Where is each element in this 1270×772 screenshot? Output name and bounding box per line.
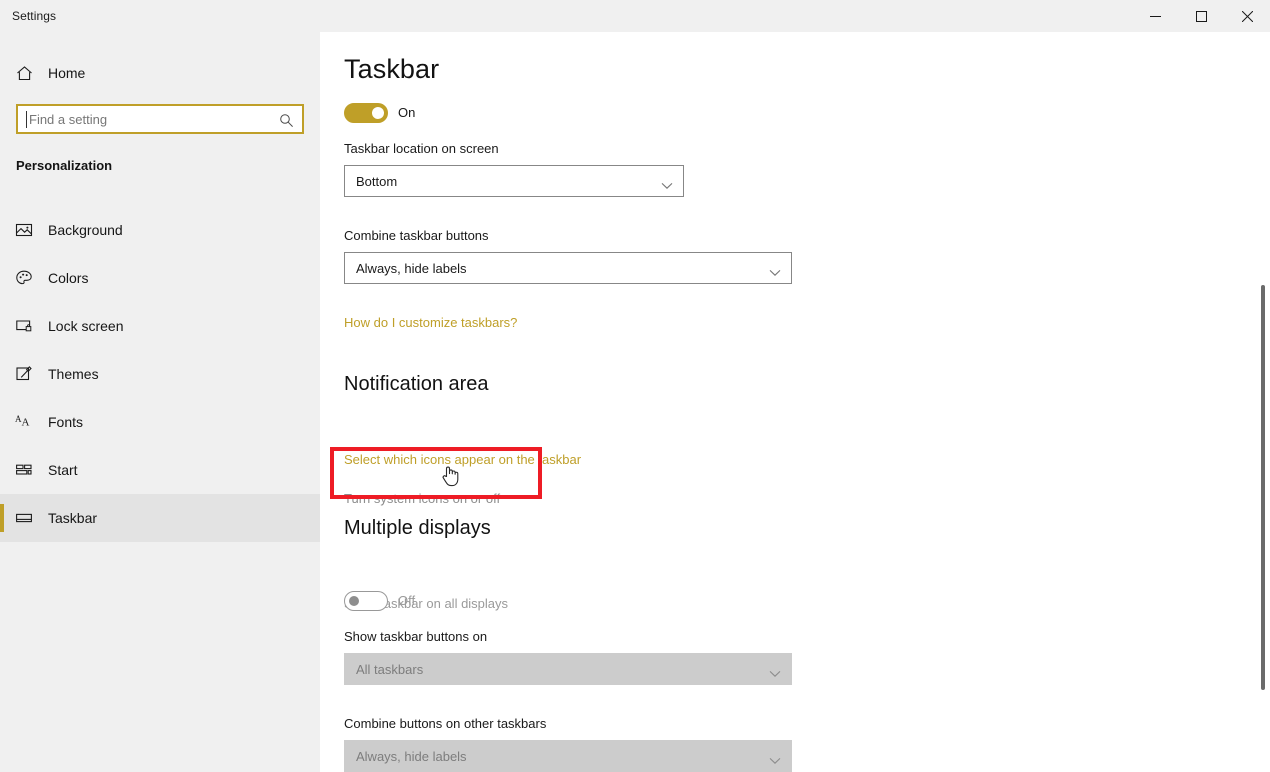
- customize-taskbars-link[interactable]: How do I customize taskbars?: [344, 315, 517, 330]
- selection-accent-bar: [0, 408, 4, 436]
- image-icon: [0, 221, 48, 239]
- combine-other-taskbars-dropdown[interactable]: Always, hide labels: [344, 740, 792, 772]
- chevron-down-icon: [661, 177, 673, 195]
- search-placeholder: Find a setting: [29, 112, 108, 127]
- selection-accent-bar: [0, 360, 4, 388]
- sidebar-item-themes[interactable]: Themes: [0, 350, 320, 398]
- selection-accent-bar: [0, 264, 4, 292]
- svg-text:A: A: [22, 417, 30, 429]
- turn-system-icons-link[interactable]: Turn system icons on or off: [344, 491, 500, 506]
- taskbar-icon: [0, 509, 48, 527]
- sidebar-item-label: Themes: [48, 366, 99, 382]
- main-content: Taskbar On Taskbar location on screen Bo…: [320, 32, 1270, 772]
- search-input[interactable]: Find a setting: [16, 104, 304, 134]
- selection-accent-bar: [0, 312, 4, 340]
- brush-icon: [0, 365, 48, 383]
- sidebar-item-start[interactable]: Start: [0, 446, 320, 494]
- chevron-down-icon: [769, 752, 781, 770]
- combine-other-taskbars-value: Always, hide labels: [356, 748, 467, 764]
- search-icon: [279, 113, 294, 133]
- multiple-displays-heading: Multiple displays: [344, 517, 491, 539]
- show-taskbar-buttons-on-label: Show taskbar buttons on: [344, 629, 488, 644]
- scrollbar-thumb[interactable]: [1261, 285, 1265, 690]
- text-caret: [26, 111, 27, 128]
- sidebar-item-label: Background: [48, 222, 123, 238]
- sidebar-item-label: Lock screen: [48, 318, 124, 334]
- show-taskbar-all-displays-toggle[interactable]: [344, 591, 388, 611]
- sidebar: Home Find a setting Personalization Back…: [0, 0, 320, 772]
- start-tiles-icon: [0, 461, 48, 479]
- settings-window: Settings Home Find a setting Personaliza…: [0, 0, 1270, 772]
- home-icon: [0, 65, 48, 82]
- selection-accent-bar: [0, 456, 4, 484]
- page-title: Taskbar: [344, 54, 440, 84]
- sidebar-item-colors[interactable]: Colors: [0, 254, 320, 302]
- window-controls: [1132, 0, 1270, 32]
- sidebar-nav: Background Colors Lock screen Themes A A…: [0, 206, 320, 542]
- notification-area-heading: Notification area: [344, 373, 489, 395]
- selection-accent-bar: [0, 216, 4, 244]
- taskbar-toggle[interactable]: [344, 103, 388, 123]
- show-taskbar-all-displays-state: Off: [398, 593, 416, 608]
- sidebar-item-home[interactable]: Home: [0, 58, 320, 88]
- combine-other-taskbars-label: Combine buttons on other taskbars: [344, 716, 547, 731]
- chevron-down-icon: [769, 665, 781, 683]
- combine-buttons-label: Combine taskbar buttons: [344, 228, 489, 243]
- window-title: Settings: [12, 9, 57, 23]
- maximize-button[interactable]: [1178, 0, 1224, 32]
- title-bar: Settings: [0, 0, 1270, 32]
- taskbar-location-dropdown[interactable]: Bottom: [344, 165, 684, 197]
- sidebar-item-taskbar[interactable]: Taskbar: [0, 494, 320, 542]
- taskbar-location-label: Taskbar location on screen: [344, 141, 499, 156]
- sidebar-item-label: Fonts: [48, 414, 84, 430]
- sidebar-item-label: Taskbar: [48, 510, 98, 526]
- lock-screen-icon: [0, 317, 48, 335]
- minimize-button[interactable]: [1132, 0, 1178, 32]
- combine-buttons-dropdown[interactable]: Always, hide labels: [344, 252, 792, 284]
- show-taskbar-buttons-on-value: All taskbars: [356, 661, 424, 677]
- palette-icon: [0, 269, 48, 287]
- sidebar-item-label: Colors: [48, 270, 89, 286]
- chevron-down-icon: [769, 264, 781, 282]
- close-button[interactable]: [1224, 0, 1270, 32]
- taskbar-location-value: Bottom: [356, 173, 398, 189]
- toggle-knob: [349, 596, 359, 606]
- select-icons-link[interactable]: Select which icons appear on the taskbar: [344, 452, 581, 467]
- sidebar-item-background[interactable]: Background: [0, 206, 320, 254]
- selection-accent-bar: [0, 504, 4, 532]
- taskbar-toggle-state: On: [398, 105, 416, 120]
- show-taskbar-buttons-on-dropdown[interactable]: All taskbars: [344, 653, 792, 685]
- home-label: Home: [48, 65, 86, 81]
- combine-buttons-value: Always, hide labels: [356, 260, 467, 276]
- sidebar-item-fonts[interactable]: A A Fonts: [0, 398, 320, 446]
- sidebar-category-label: Personalization: [16, 158, 113, 173]
- fonts-aa-icon: A A: [0, 413, 48, 431]
- toggle-knob: [372, 107, 384, 119]
- sidebar-item-lock-screen[interactable]: Lock screen: [0, 302, 320, 350]
- sidebar-item-label: Start: [48, 462, 78, 478]
